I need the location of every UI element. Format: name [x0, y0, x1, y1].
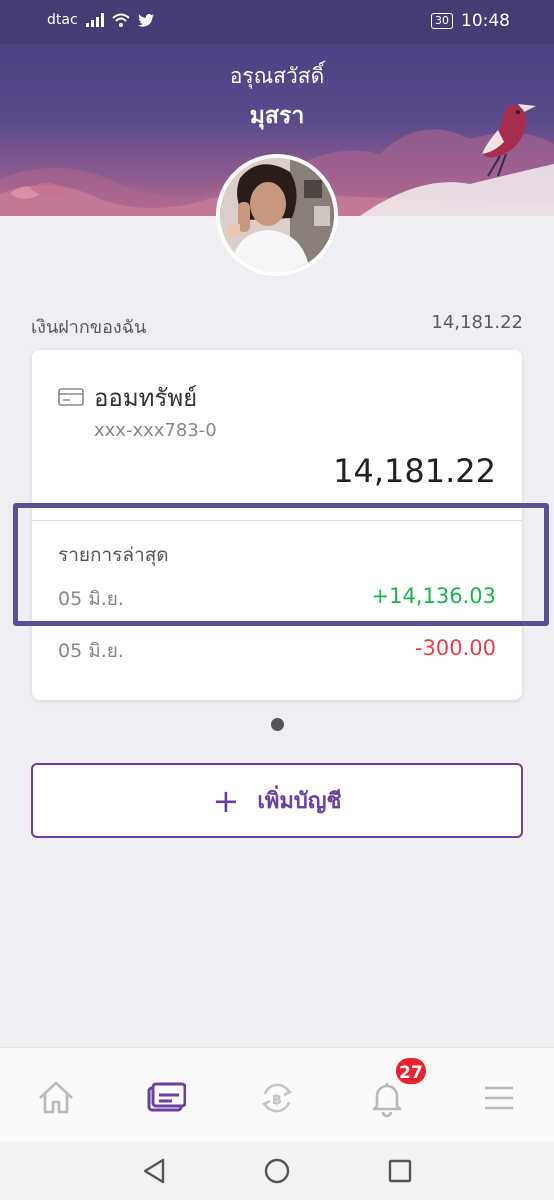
- plus-icon: +: [212, 781, 240, 820]
- account-card-icon: [58, 388, 84, 406]
- greeting-text: อรุณสวัสดิ์: [229, 64, 325, 88]
- status-right: 30 10:48: [431, 11, 510, 31]
- profile-photo: [220, 158, 334, 272]
- signal-icon: [85, 13, 104, 27]
- account-number: xxx-xxx783-0: [94, 420, 217, 441]
- clock: 10:48: [461, 11, 510, 31]
- accounts-card-icon[interactable]: [146, 1078, 186, 1118]
- back-icon[interactable]: [141, 1157, 167, 1185]
- account-name: ออมทรัพย์: [94, 384, 198, 412]
- user-name: มุสรา: [249, 103, 305, 129]
- transaction-row[interactable]: 05 มิ.ย. -300.00: [58, 636, 496, 666]
- highlight-box: [13, 503, 549, 626]
- status-left: dtac: [47, 12, 154, 28]
- menu-icon[interactable]: [479, 1078, 519, 1118]
- add-account-label: เพิ่มบัญชี: [257, 789, 342, 814]
- deposits-total: 14,181.22: [431, 312, 523, 333]
- avatar[interactable]: [216, 154, 338, 276]
- svg-text:฿: ฿: [272, 1092, 282, 1108]
- deposits-summary: เงินฝากของฉัน 14,181.22: [31, 312, 523, 341]
- notification-badge: 27: [394, 1056, 428, 1086]
- home-circle-icon[interactable]: [263, 1157, 291, 1185]
- system-navigation-bar: [0, 1141, 554, 1200]
- page-indicator-dot[interactable]: [271, 718, 284, 731]
- home-icon[interactable]: [36, 1078, 76, 1118]
- account-balance: 14,181.22: [333, 452, 496, 490]
- wifi-icon: [111, 13, 130, 27]
- transfer-exchange-icon[interactable]: ฿: [257, 1078, 297, 1118]
- recents-square-icon[interactable]: [387, 1158, 413, 1184]
- carrier-label: dtac: [47, 12, 78, 28]
- status-bar: dtac 30 10:48: [0, 0, 554, 44]
- transaction-amount: -300.00: [414, 636, 496, 660]
- transaction-date: 05 มิ.ย.: [58, 640, 124, 662]
- add-account-button[interactable]: + เพิ่มบัญชี: [31, 763, 523, 838]
- battery-icon: 30: [431, 13, 453, 29]
- bottom-nav: ฿: [0, 1047, 554, 1141]
- deposits-label: เงินฝากของฉัน: [31, 317, 147, 338]
- twitter-icon: [137, 13, 154, 27]
